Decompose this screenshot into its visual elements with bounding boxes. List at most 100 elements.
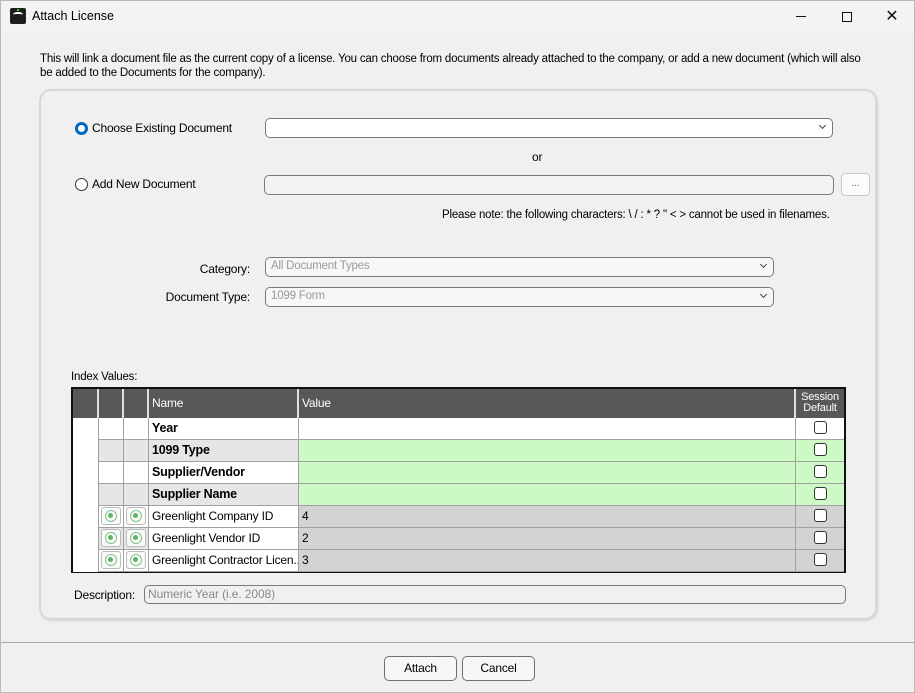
- icon-cell-1: [99, 418, 124, 440]
- maximize-button[interactable]: [824, 1, 870, 32]
- row-header-cell[interactable]: [73, 462, 99, 484]
- close-icon: ✕: [885, 7, 899, 25]
- footer-divider: [1, 642, 914, 643]
- name-cell: Supplier/Vendor: [149, 462, 299, 484]
- view-eye-icon: [105, 554, 117, 566]
- intro-text: This will link a document file as the cu…: [40, 53, 861, 79]
- choose-existing-label: Choose Existing Document: [92, 121, 232, 135]
- close-button[interactable]: ✕: [869, 1, 915, 32]
- icon-cell-2: [124, 462, 149, 484]
- view-button[interactable]: [126, 507, 146, 525]
- session-default-cell: [796, 506, 844, 528]
- icon-cell-2[interactable]: [124, 550, 149, 572]
- table-row[interactable]: Supplier Name: [73, 484, 844, 506]
- session-default-column-header[interactable]: Session Default: [796, 389, 844, 418]
- value-cell[interactable]: [299, 484, 796, 506]
- session-default-checkbox[interactable]: [813, 487, 827, 501]
- description-label: Description:: [74, 588, 135, 602]
- session-default-cell: [796, 484, 844, 506]
- view-eye-icon: [105, 532, 117, 544]
- window-title: Attach License: [32, 9, 114, 23]
- grid-header-row: Name Value Session Default: [73, 389, 844, 418]
- row-header-cell[interactable]: [73, 528, 99, 550]
- name-column-header[interactable]: Name: [149, 389, 299, 418]
- icon-cell-1: [99, 484, 124, 506]
- row-header-cell[interactable]: [73, 506, 99, 528]
- row-header-cell[interactable]: [73, 484, 99, 506]
- add-new-radio[interactable]: [75, 177, 88, 191]
- name-cell: Year: [149, 418, 299, 440]
- or-label: or: [532, 150, 543, 164]
- title-bar: Attach License ✕: [1, 1, 914, 32]
- index-values-grid: Name Value Session Default Year 1099 Type…: [71, 387, 846, 573]
- table-row[interactable]: 1099 Type: [73, 440, 844, 462]
- icon-cell-1[interactable]: [99, 528, 124, 550]
- view-button[interactable]: [126, 529, 146, 547]
- existing-document-dropdown[interactable]: [265, 118, 833, 138]
- document-type-dropdown[interactable]: 1099 Form: [265, 287, 774, 307]
- table-row[interactable]: Greenlight Contractor Licen... 3: [73, 550, 844, 572]
- cancel-button[interactable]: Cancel: [462, 656, 535, 681]
- filename-note: Please note: the following characters: \…: [442, 209, 830, 221]
- value-cell[interactable]: 4: [299, 506, 796, 528]
- document-type-label: Document Type:: [165, 290, 251, 304]
- choose-existing-option[interactable]: Choose Existing Document: [75, 121, 232, 135]
- session-default-checkbox[interactable]: [813, 553, 827, 567]
- table-row[interactable]: Supplier/Vendor: [73, 462, 844, 484]
- session-default-cell: [796, 528, 844, 550]
- choose-existing-radio[interactable]: [75, 121, 88, 135]
- name-cell: 1099 Type: [149, 440, 299, 462]
- minimize-button[interactable]: [778, 1, 824, 32]
- icon-cell-1[interactable]: [99, 506, 124, 528]
- value-cell[interactable]: 3: [299, 550, 796, 572]
- table-row[interactable]: Year: [73, 418, 844, 440]
- row-header-cell[interactable]: [73, 550, 99, 572]
- table-row[interactable]: Greenlight Vendor ID 2: [73, 528, 844, 550]
- index-values-label: Index Values:: [71, 371, 138, 383]
- icon-cell-2[interactable]: [124, 506, 149, 528]
- session-default-checkbox[interactable]: [813, 465, 827, 479]
- attach-button[interactable]: Attach: [384, 656, 457, 681]
- icon-cell-2: [124, 484, 149, 506]
- view-button[interactable]: [101, 529, 121, 547]
- chevron-down-icon: [760, 262, 768, 270]
- browse-button[interactable]: ...: [841, 173, 870, 196]
- session-default-checkbox[interactable]: [813, 421, 827, 435]
- chevron-down-icon: [760, 292, 768, 300]
- icon-cell-2: [124, 440, 149, 462]
- row-header-cell[interactable]: [73, 440, 99, 462]
- view-button[interactable]: [126, 551, 146, 569]
- view-eye-icon: [130, 554, 142, 566]
- session-default-cell: [796, 550, 844, 572]
- chevron-down-icon: [819, 123, 827, 131]
- session-default-cell: [796, 462, 844, 484]
- icon-cell-1: [99, 462, 124, 484]
- icon-cell-2[interactable]: [124, 528, 149, 550]
- view-button[interactable]: [101, 551, 121, 569]
- session-default-checkbox[interactable]: [813, 443, 827, 457]
- icon-cell-1[interactable]: [99, 550, 124, 572]
- category-value: All Document Types: [271, 260, 370, 272]
- app-logo-icon: [10, 8, 26, 24]
- table-row[interactable]: Greenlight Company ID 4: [73, 506, 844, 528]
- value-cell[interactable]: [299, 418, 796, 440]
- row-header-cell[interactable]: [73, 418, 99, 440]
- view-button[interactable]: [101, 507, 121, 525]
- value-cell[interactable]: 2: [299, 528, 796, 550]
- session-default-checkbox[interactable]: [813, 509, 827, 523]
- category-dropdown[interactable]: All Document Types: [265, 257, 774, 277]
- new-document-path-input[interactable]: [264, 175, 834, 195]
- description-input[interactable]: Numeric Year (i.e. 2008): [144, 585, 846, 604]
- session-default-cell: [796, 418, 844, 440]
- value-cell[interactable]: [299, 462, 796, 484]
- view-eye-icon: [130, 532, 142, 544]
- name-cell: Greenlight Vendor ID: [149, 528, 299, 550]
- add-new-option[interactable]: Add New Document: [75, 177, 196, 191]
- add-new-label: Add New Document: [92, 177, 196, 191]
- session-default-checkbox[interactable]: [813, 531, 827, 545]
- view-eye-icon: [105, 510, 117, 522]
- category-label: Category:: [199, 262, 250, 276]
- value-cell[interactable]: [299, 440, 796, 462]
- value-column-header[interactable]: Value: [299, 389, 796, 418]
- icon-column-1: [99, 389, 124, 418]
